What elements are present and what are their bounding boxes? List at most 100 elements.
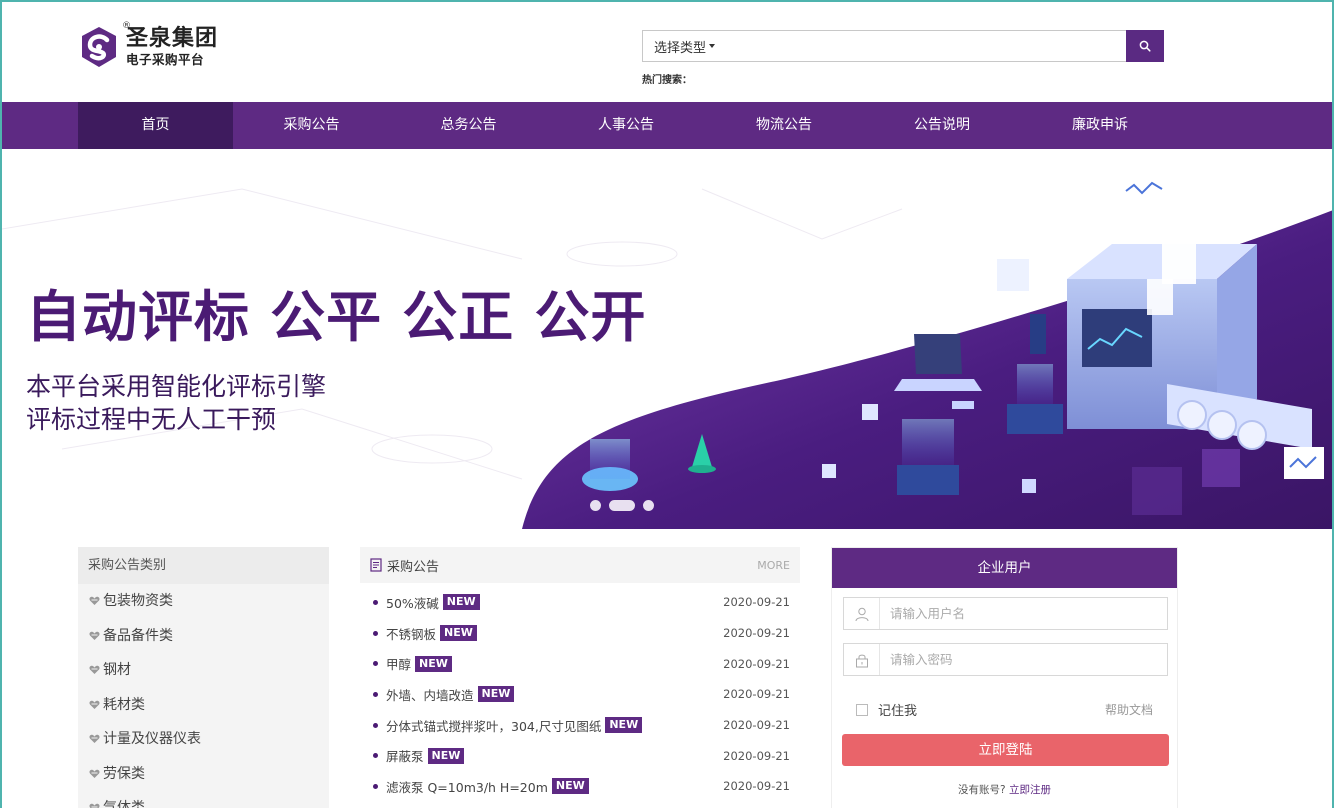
news-item-title[interactable]: 不锈钢板: [386, 624, 436, 643]
category-item[interactable]: 备品备件类: [78, 619, 329, 654]
new-badge: NEW: [442, 594, 480, 611]
new-badge: NEW: [440, 625, 477, 642]
nav-item-logistics[interactable]: 物流公告: [705, 102, 863, 149]
brand-subtitle: 电子采购平台: [126, 51, 205, 67]
nav-item-procurement[interactable]: 采购公告: [233, 102, 390, 149]
heart-icon: [89, 769, 100, 778]
nav-item-home[interactable]: 首页: [78, 102, 233, 149]
carousel-dots: [590, 500, 654, 511]
heart-icon: [89, 597, 100, 606]
bullet-icon: [373, 661, 378, 667]
heart-icon: [89, 700, 100, 709]
remember-me-toggle[interactable]: 记住我: [856, 700, 917, 719]
news-item-date: 2020-09-21: [723, 748, 790, 763]
heart-icon: [89, 804, 100, 808]
password-field: [843, 643, 1168, 676]
search-button[interactable]: [1126, 30, 1164, 62]
new-badge: NEW: [605, 717, 643, 734]
category-item-label: 备品备件类: [103, 627, 173, 644]
document-icon: [370, 558, 382, 572]
login-button[interactable]: 立即登陆: [842, 734, 1169, 766]
category-item-label: 计量及仪器仪表: [103, 731, 201, 747]
news-item-date: 2020-09-21: [723, 595, 790, 610]
search-input[interactable]: [721, 32, 1126, 60]
nav-item-general-affairs[interactable]: 总务公告: [390, 102, 547, 149]
news-item-title[interactable]: 外墙、内墙改造: [386, 685, 474, 704]
remember-me-label: 记住我: [878, 704, 918, 719]
help-docs-link[interactable]: 帮助文档: [1105, 701, 1153, 718]
new-badge: NEW: [415, 655, 452, 672]
news-item-title[interactable]: 分体式锚式搅拌浆叶，304,尺寸见图纸: [386, 716, 601, 735]
nav-item-notice-info[interactable]: 公告说明: [863, 102, 1021, 149]
news-item[interactable]: 不锈钢板 NEW 2020-09-21: [360, 618, 800, 649]
category-item[interactable]: 气体类: [78, 791, 329, 808]
category-item-label: 耗材类: [103, 696, 145, 713]
login-panel-title: 企业用户: [832, 548, 1177, 588]
banner-line-2: 评标过程中无人工干预: [26, 405, 277, 434]
news-item-title[interactable]: 50%液碱: [386, 593, 439, 612]
hot-search-label: 热门搜索：: [642, 75, 692, 86]
heart-icon: [89, 735, 100, 744]
news-item[interactable]: 滤液泵 Q=10m3/h H=20m NEW 2020-09-21: [360, 771, 800, 802]
category-item[interactable]: 包装物资类: [78, 584, 329, 619]
news-panel-header: 采购公告 MORE: [360, 547, 800, 583]
carousel-dot-1[interactable]: [590, 500, 601, 511]
main-nav: 首页 采购公告 总务公告 人事公告 物流公告 公告说明 廉政申诉: [2, 102, 1332, 149]
register-link[interactable]: 立即注册: [1009, 784, 1051, 796]
brand-logo[interactable]: ® 圣泉集团 电子采购平台: [78, 21, 218, 68]
category-item[interactable]: 耗材类: [78, 688, 329, 723]
news-item-date: 2020-09-21: [723, 687, 790, 702]
news-item[interactable]: 外墙、内墙改造 NEW 2020-09-21: [360, 679, 800, 710]
bullet-icon: [373, 691, 378, 697]
no-account-text: 没有账号?: [958, 784, 1006, 796]
news-more-link[interactable]: MORE: [757, 559, 790, 572]
nav-item-personnel[interactable]: 人事公告: [547, 102, 705, 149]
banner-headline: 自动评标 公平 公正 公开: [26, 285, 647, 349]
news-item-date: 2020-09-21: [723, 626, 790, 641]
search-type-select[interactable]: 选择类型: [643, 37, 716, 56]
username-field: [843, 597, 1168, 630]
new-badge: NEW: [427, 747, 465, 764]
bullet-icon: [373, 783, 378, 789]
heart-icon: [89, 631, 100, 640]
category-item[interactable]: 劳保类: [78, 757, 329, 792]
news-item-title[interactable]: 滤液泵 Q=10m3/h H=20m: [386, 777, 548, 796]
category-item-label: 包装物资类: [103, 593, 173, 609]
new-badge: NEW: [477, 686, 515, 703]
carousel-dot-3[interactable]: [643, 500, 654, 511]
category-item-label: 劳保类: [103, 765, 145, 782]
bullet-icon: [373, 753, 378, 759]
brand-logo-icon: [78, 26, 120, 68]
header: ® 圣泉集团 电子采购平台 选择类型 热门搜索：: [2, 2, 1332, 102]
bullet-icon: [373, 630, 378, 636]
username-input[interactable]: [890, 599, 1167, 628]
category-list: 包装物资类备品备件类钢材耗材类计量及仪器仪表 劳保类气体类: [78, 584, 329, 808]
heart-icon: [89, 666, 100, 675]
category-item[interactable]: 计量及仪器仪表: [78, 722, 329, 757]
news-item[interactable]: 50%液碱 NEW 2020-09-21: [360, 587, 800, 618]
category-panel-title: 采购公告类别: [78, 547, 329, 584]
news-item-date: 2020-09-21: [723, 779, 790, 794]
news-item[interactable]: 屏蔽泵 NEW 2020-09-21: [360, 740, 800, 771]
new-badge: NEW: [551, 778, 589, 795]
page-frame: ® 圣泉集团 电子采购平台 选择类型 热门搜索： 首页 采购公告 总务公告 人事…: [0, 0, 1334, 808]
search-icon: [1139, 40, 1151, 52]
category-item-label: 气体类: [103, 800, 145, 808]
password-input[interactable]: [890, 645, 1167, 674]
nav-item-integrity-complaint[interactable]: 廉政申诉: [1021, 102, 1179, 149]
register-prompt: 没有账号? 立即注册: [832, 782, 1177, 797]
news-item-title[interactable]: 甲醇: [386, 654, 411, 673]
news-item[interactable]: 甲醇 NEW 2020-09-21: [360, 648, 800, 679]
category-item[interactable]: 钢材: [78, 653, 329, 688]
login-panel: 企业用户 请输入用户名 记住我 帮助文档 立即登陆 没有账号? 立即注册: [831, 547, 1178, 808]
registered-mark: ®: [122, 20, 131, 31]
search-bar: 选择类型: [642, 30, 1164, 62]
news-item-title[interactable]: 屏蔽泵: [386, 746, 424, 765]
remember-me-checkbox[interactable]: [856, 703, 868, 716]
content-area: 采购公告类别 包装物资类备品备件类钢材耗材类计量及仪器仪表 劳保类气体类 采购公告…: [2, 529, 1332, 808]
category-item-label: 钢材: [103, 662, 131, 678]
procurement-news-panel: 采购公告 MORE 50%液碱 NEW 2020-09-21 不锈钢板 NEW 2020-…: [360, 547, 800, 808]
carousel-dot-2[interactable]: [609, 500, 635, 511]
caret-down-icon: [709, 44, 716, 48]
news-item[interactable]: 分体式锚式搅拌浆叶，304,尺寸见图纸 NEW 2020-09-21: [360, 710, 800, 741]
